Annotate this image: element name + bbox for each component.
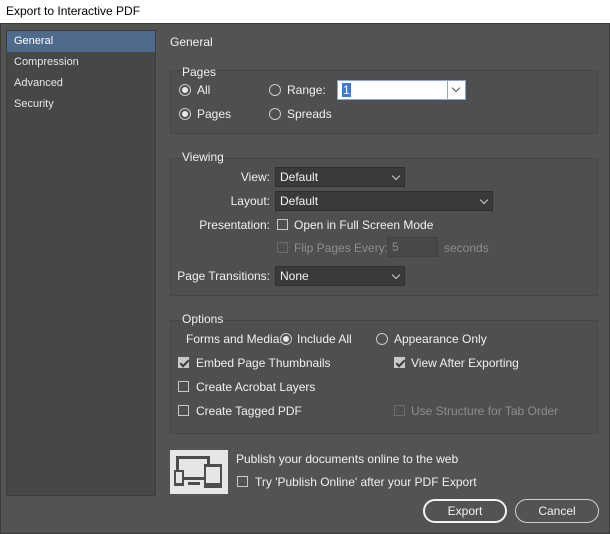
pages-all-radio[interactable] <box>179 84 191 96</box>
fullscreen-label: Open in Full Screen Mode <box>294 218 434 232</box>
sidebar: General Compression Advanced Security <box>6 30 156 496</box>
publish-online-label: Try 'Publish Online' after your PDF Expo… <box>255 475 477 489</box>
publish-headline: Publish your documents online to the web <box>236 452 459 466</box>
view-after-exporting-checkbox[interactable] <box>394 357 405 368</box>
appearance-only-radio[interactable] <box>376 333 388 345</box>
chevron-down-icon <box>479 195 489 205</box>
layout-label: Layout: <box>230 194 270 208</box>
export-as-spreads-label: Spreads <box>287 107 332 121</box>
structure-tab-order-label: Use Structure for Tab Order <box>411 404 559 418</box>
flip-pages-label: Flip Pages Every: <box>294 241 389 255</box>
page-transitions-value: None <box>280 269 309 283</box>
layout-select[interactable]: Default <box>275 191 493 211</box>
seconds-label: seconds <box>444 241 489 255</box>
layout-value: Default <box>280 194 319 208</box>
flip-seconds-input[interactable]: 5 <box>387 237 438 257</box>
fullscreen-checkbox[interactable] <box>277 219 288 230</box>
presentation-label: Presentation: <box>199 218 270 232</box>
acrobat-layers-checkbox[interactable] <box>178 381 189 392</box>
export-as-pages-radio[interactable] <box>179 108 191 120</box>
sidebar-item-compression[interactable]: Compression <box>7 52 155 73</box>
options-section-title: Options <box>182 312 224 326</box>
view-select[interactable]: Default <box>275 167 405 187</box>
sidebar-item-security[interactable]: Security <box>7 94 155 115</box>
structure-tab-order-checkbox[interactable] <box>394 405 405 416</box>
view-after-exporting-label: View After Exporting <box>411 356 519 370</box>
page-transitions-label: Page Transitions: <box>177 269 270 283</box>
page-transitions-select[interactable]: None <box>275 266 405 286</box>
export-as-pages-label: Pages <box>197 107 232 121</box>
tagged-pdf-label: Create Tagged PDF <box>196 404 302 418</box>
include-all-radio[interactable] <box>280 333 292 345</box>
chevron-down-icon <box>391 270 401 280</box>
page-title: General <box>170 35 213 49</box>
pages-range-label: Range: <box>287 83 326 97</box>
viewing-section-title: Viewing <box>182 150 224 164</box>
window-title: Export to Interactive PDF <box>0 0 610 23</box>
export-button[interactable]: Export <box>423 499 507 523</box>
range-value: 1 <box>342 83 351 97</box>
range-input[interactable]: 1 <box>337 80 466 100</box>
pages-range-radio[interactable] <box>269 84 281 96</box>
publish-online-icon <box>170 450 228 494</box>
flip-pages-checkbox[interactable] <box>277 242 288 253</box>
include-all-label: Include All <box>297 332 352 346</box>
appearance-only-label: Appearance Only <box>394 332 487 346</box>
embed-thumbnails-checkbox[interactable] <box>178 357 189 368</box>
pages-section-title: Pages <box>182 65 217 79</box>
sidebar-item-general[interactable]: General <box>7 31 155 52</box>
sidebar-item-advanced[interactable]: Advanced <box>7 73 155 94</box>
view-label: View: <box>240 170 270 184</box>
acrobat-layers-label: Create Acrobat Layers <box>196 380 316 394</box>
cancel-button[interactable]: Cancel <box>515 499 599 523</box>
forms-media-label: Forms and Media: <box>186 332 283 346</box>
chevron-down-icon <box>451 83 461 93</box>
range-dropdown-button[interactable] <box>447 81 465 99</box>
view-value: Default <box>280 170 319 184</box>
tagged-pdf-checkbox[interactable] <box>178 405 189 416</box>
chevron-down-icon <box>391 171 401 181</box>
publish-online-checkbox[interactable] <box>237 476 248 487</box>
pages-all-label: All <box>197 83 211 97</box>
export-as-spreads-radio[interactable] <box>269 108 281 120</box>
embed-thumbnails-label: Embed Page Thumbnails <box>196 356 331 370</box>
